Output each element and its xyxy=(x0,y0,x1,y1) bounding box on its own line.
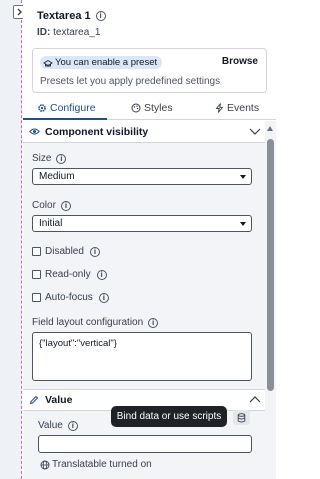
info-icon[interactable]: i xyxy=(96,269,107,280)
size-label: Size i xyxy=(32,153,67,164)
chevron-down-icon xyxy=(240,175,246,179)
color-select[interactable]: Initial xyxy=(32,215,252,232)
browse-presets-button[interactable]: Browse xyxy=(222,56,258,67)
eye-icon xyxy=(29,128,40,135)
autofocus-checkbox[interactable] xyxy=(32,293,41,302)
field-layout-textarea[interactable]: {"layout":"vertical"} xyxy=(32,332,252,381)
preset-description: Presets let you apply predefined setting… xyxy=(40,76,221,87)
bind-data-tooltip: Bind data or use scripts xyxy=(111,406,227,427)
readonly-checkbox-row[interactable]: Read-only i xyxy=(32,269,107,280)
disabled-checkbox[interactable] xyxy=(32,247,41,256)
globe-icon xyxy=(40,460,50,469)
translatable-status: Translatable turned on xyxy=(40,459,152,470)
info-icon[interactable]: i xyxy=(89,246,100,257)
chevron-down-icon[interactable] xyxy=(249,126,261,136)
preset-hat-icon xyxy=(43,59,53,66)
chevron-up-icon[interactable] xyxy=(249,395,261,405)
lightning-icon xyxy=(215,103,224,113)
bind-data-button[interactable] xyxy=(233,410,250,425)
canvas-strip xyxy=(0,0,22,479)
info-icon[interactable]: i xyxy=(148,317,159,328)
scrollbar[interactable] xyxy=(265,121,276,479)
info-icon[interactable]: i xyxy=(95,11,106,21)
gear-icon xyxy=(38,104,46,112)
palette-icon xyxy=(131,103,141,113)
disabled-checkbox-row[interactable]: Disabled i xyxy=(32,246,100,257)
readonly-checkbox[interactable] xyxy=(32,270,41,279)
preset-badge: You can enable a preset xyxy=(40,56,163,69)
info-icon[interactable]: i xyxy=(67,420,78,431)
panel-tabs: Configure Styles Events xyxy=(23,98,276,120)
component-visibility-header[interactable]: Component visibility xyxy=(23,121,265,143)
value-label: Value i xyxy=(38,420,78,431)
pencil-icon xyxy=(29,395,39,405)
component-title: Textarea 1 i xyxy=(37,10,106,22)
scroll-up-arrow[interactable] xyxy=(267,126,273,131)
chevron-down-icon xyxy=(240,222,246,226)
autofocus-checkbox-row[interactable]: Auto-focus i xyxy=(32,292,109,303)
properties-panel: Textarea 1 i ID: textarea_1 You can enab… xyxy=(23,0,276,479)
field-layout-label: Field layout configuration i xyxy=(32,317,159,328)
scrollbar-thumb[interactable] xyxy=(267,139,274,391)
active-tab-indicator xyxy=(23,118,107,120)
info-icon[interactable]: i xyxy=(98,292,109,303)
tab-configure[interactable]: Configure xyxy=(37,102,96,114)
component-id: ID: textarea_1 xyxy=(37,27,101,38)
tab-events[interactable]: Events xyxy=(215,102,259,114)
info-icon[interactable]: i xyxy=(56,153,67,164)
value-input[interactable] xyxy=(38,435,252,453)
tab-styles[interactable]: Styles xyxy=(131,102,173,114)
size-select[interactable]: Medium xyxy=(32,168,252,185)
color-label: Color i xyxy=(32,200,71,211)
database-icon xyxy=(237,412,246,422)
preset-card: You can enable a preset Browse Presets l… xyxy=(32,48,267,93)
info-icon[interactable]: i xyxy=(60,200,71,211)
